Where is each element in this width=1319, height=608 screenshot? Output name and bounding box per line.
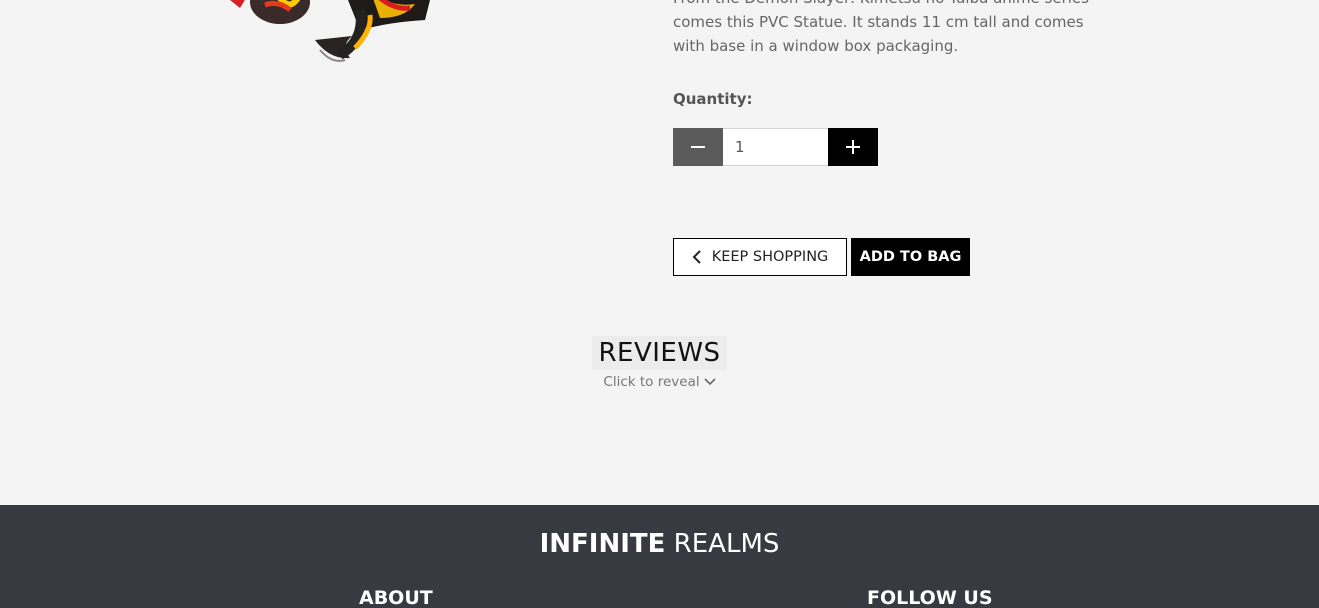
quantity-input[interactable] <box>723 128 828 166</box>
plus-icon <box>846 140 860 154</box>
reveal-label: Click to reveal <box>603 374 700 390</box>
footer-heading-about: ABOUT <box>359 587 433 608</box>
quantity-stepper <box>673 128 878 166</box>
product-actions: KEEP SHOPPING ADD TO BAG <box>673 238 970 276</box>
quantity-label: Quantity: <box>673 90 753 108</box>
keep-shopping-button[interactable]: KEEP SHOPPING <box>673 238 847 276</box>
footer-heading-follow: FOLLOW US <box>867 587 993 608</box>
add-to-bag-button[interactable]: ADD TO BAG <box>851 238 970 276</box>
footer-brand: INFINITE REALMS <box>0 529 1319 559</box>
brand-bold: INFINITE <box>539 529 666 559</box>
brand-rest: REALMS <box>665 529 780 559</box>
product-description: From the Demon Slayer: Kimetsu no Yaiba … <box>673 0 1093 58</box>
reviews-title: REVIEWS <box>592 336 727 370</box>
site-footer: INFINITE REALMS ABOUT FOLLOW US <box>0 505 1319 608</box>
minus-icon <box>691 146 705 148</box>
description-line: comes this PVC Statue. It stands 11 cm t… <box>673 13 1084 31</box>
reviews-section: REVIEWS Click to reveal <box>0 336 1319 390</box>
reviews-reveal-toggle[interactable]: Click to reveal <box>0 374 1319 390</box>
add-to-bag-label: ADD TO BAG <box>859 249 962 265</box>
description-line: From the Demon Slayer: Kimetsu no Yaiba … <box>673 0 1093 10</box>
keep-shopping-label: KEEP SHOPPING <box>711 249 829 265</box>
chevron-down-icon <box>704 378 716 386</box>
quantity-increase-button[interactable] <box>828 128 878 166</box>
quantity-decrease-button[interactable] <box>673 128 723 166</box>
product-image <box>220 0 440 70</box>
chevron-left-icon <box>692 250 701 264</box>
description-line: with base in a window box packaging. <box>673 37 959 55</box>
